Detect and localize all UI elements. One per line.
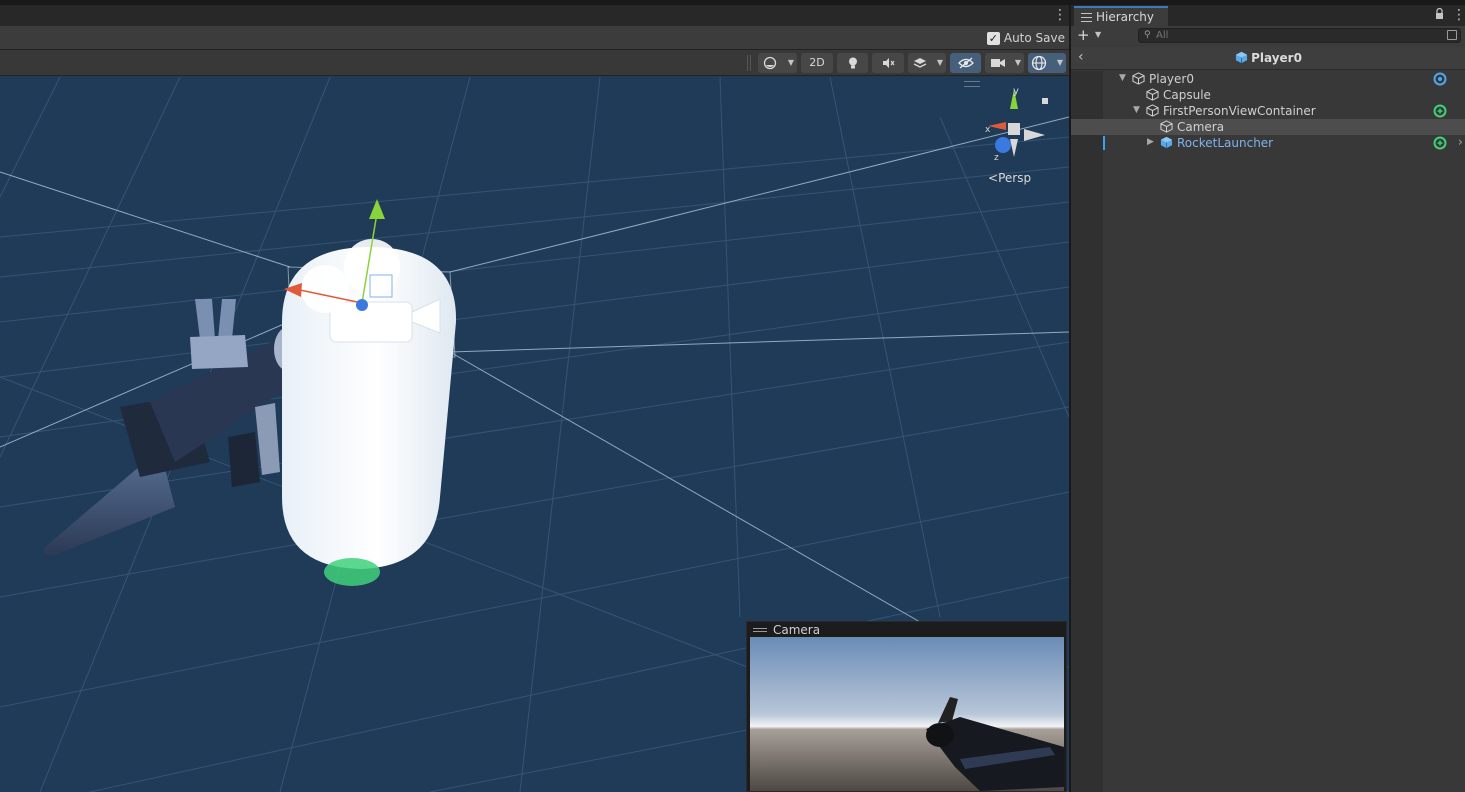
prefab-added-icon[interactable] <box>1433 136 1447 150</box>
chevron-down-icon: ▼ <box>1056 58 1063 67</box>
prefab-override-icon[interactable] <box>1433 72 1447 86</box>
tree-row-label: Camera <box>1177 120 1225 134</box>
more-options-icon[interactable]: ⋮ <box>1053 7 1067 23</box>
shading-mode-button[interactable]: ▼ <box>758 53 797 73</box>
chevron-down-icon: ▼ <box>787 58 794 67</box>
scene-view-panel: ⋮ ✓ Auto Save ▼ 2D ▼ ▼ ▼ y x z <Persp Ca… <box>0 5 1069 792</box>
camera-preview-title: Camera <box>773 623 821 637</box>
gizmo-globe-icon <box>1031 55 1047 71</box>
light-bulb-icon <box>849 57 857 69</box>
more-options-icon[interactable]: ⋮ <box>1452 7 1465 23</box>
toggle-2d-label: 2D <box>809 56 825 69</box>
gizmos-button[interactable]: ▼ <box>1028 53 1066 73</box>
breadcrumb-label: Player0 <box>1251 51 1302 65</box>
hidden-eye-icon <box>958 57 974 69</box>
scene-toolbar: ▼ 2D ▼ ▼ ▼ <box>0 50 1069 76</box>
prefab-icon <box>1235 51 1248 64</box>
hierarchy-toolbar: + ▼ ⚲ <box>1071 26 1465 45</box>
collapse-arrow-icon[interactable]: ▶ <box>1147 137 1154 147</box>
search-icon: ⚲ <box>1144 30 1151 40</box>
camera-preview-overlay[interactable]: Camera <box>746 621 1067 792</box>
effects-toggle-button[interactable]: ▼ <box>908 53 946 73</box>
gameobject-icon <box>1132 72 1145 85</box>
scene-tab-bar: ⋮ <box>0 5 1069 26</box>
tree-row-player0[interactable]: ▼ Player0 <box>1071 71 1465 87</box>
prefab-icon <box>1160 136 1173 149</box>
expand-arrow-icon[interactable]: ▼ <box>1119 73 1126 83</box>
drag-grip-icon[interactable] <box>753 628 767 632</box>
gameobject-icon <box>1146 88 1159 101</box>
expand-arrow-icon[interactable]: ▼ <box>1133 105 1140 115</box>
autosave-label: Auto Save <box>1003 31 1065 45</box>
camera-preview-render <box>750 637 1064 791</box>
tree-row-capsule[interactable]: Capsule <box>1071 87 1465 103</box>
video-camera-icon <box>991 59 1005 67</box>
chevron-down-icon[interactable]: ▼ <box>1095 30 1101 39</box>
axis-y-label: y <box>1013 86 1019 97</box>
autosave-toggle[interactable]: ✓ Auto Save <box>986 30 1065 46</box>
chevron-down-icon: ▼ <box>936 58 943 67</box>
tab-hierarchy[interactable]: Hierarchy <box>1074 6 1168 26</box>
hierarchy-tab-bar: Hierarchy ⋮ <box>1071 5 1465 26</box>
chevron-down-icon: ▼ <box>1014 58 1021 67</box>
audio-toggle-button[interactable] <box>872 53 904 73</box>
shading-sphere-icon <box>763 56 777 70</box>
axis-z-label: z <box>994 153 999 163</box>
axis-x-label: x <box>985 125 991 135</box>
hierarchy-panel: Hierarchy ⋮ + ▼ ⚲ ‹ Player0 ▼ Player0 <box>1070 5 1465 792</box>
search-type-icon[interactable] <box>1447 30 1457 40</box>
scene-top-bar: ✓ Auto Save <box>0 26 1069 50</box>
search-input[interactable] <box>1156 29 1436 42</box>
lighting-toggle-button[interactable] <box>837 53 868 73</box>
gizmo-drag-handle[interactable] <box>964 81 980 87</box>
rocket-launcher-model <box>43 299 305 556</box>
open-prefab-chevron-icon[interactable]: › <box>1458 135 1463 150</box>
tree-row-label: RocketLauncher <box>1177 136 1274 150</box>
hierarchy-search: ⚲ <box>1138 28 1461 43</box>
lock-icon[interactable] <box>1435 8 1444 20</box>
scene-visibility-button[interactable] <box>950 53 981 73</box>
tree-row-label: FirstPersonViewContainer <box>1163 104 1316 118</box>
scene-camera-button[interactable]: ▼ <box>985 53 1024 73</box>
gameobject-icon <box>1160 120 1173 133</box>
gameobject-icon <box>1146 104 1159 117</box>
tree-row-firstpersonviewcontainer[interactable]: ▼ FirstPersonViewContainer <box>1071 103 1465 119</box>
toggle-2d-button[interactable]: 2D <box>801 53 833 73</box>
prefab-breadcrumb: ‹ Player0 <box>1071 46 1465 70</box>
tree-row-rocketlauncher[interactable]: ▶ RocketLauncher › <box>1071 135 1465 151</box>
hierarchy-gutter <box>1071 71 1103 792</box>
projection-label: Persp <box>998 171 1032 185</box>
tree-row-camera[interactable]: Camera <box>1071 119 1465 135</box>
speaker-muted-icon <box>883 58 895 68</box>
breadcrumb-title: Player0 <box>1071 51 1465 65</box>
autosave-checkbox[interactable]: ✓ <box>986 31 1000 45</box>
toolbar-grip-handle[interactable] <box>747 55 751 71</box>
hierarchy-list-icon <box>1081 12 1092 22</box>
tree-row-label: Capsule <box>1163 88 1211 102</box>
add-object-button[interactable]: + <box>1077 27 1090 43</box>
prefab-added-icon[interactable] <box>1433 104 1447 118</box>
tab-hierarchy-label: Hierarchy <box>1096 10 1155 24</box>
projection-toggle[interactable]: <Persp <box>988 171 1031 185</box>
tree-row-label: Player0 <box>1149 72 1194 86</box>
layers-effects-icon <box>913 58 927 68</box>
